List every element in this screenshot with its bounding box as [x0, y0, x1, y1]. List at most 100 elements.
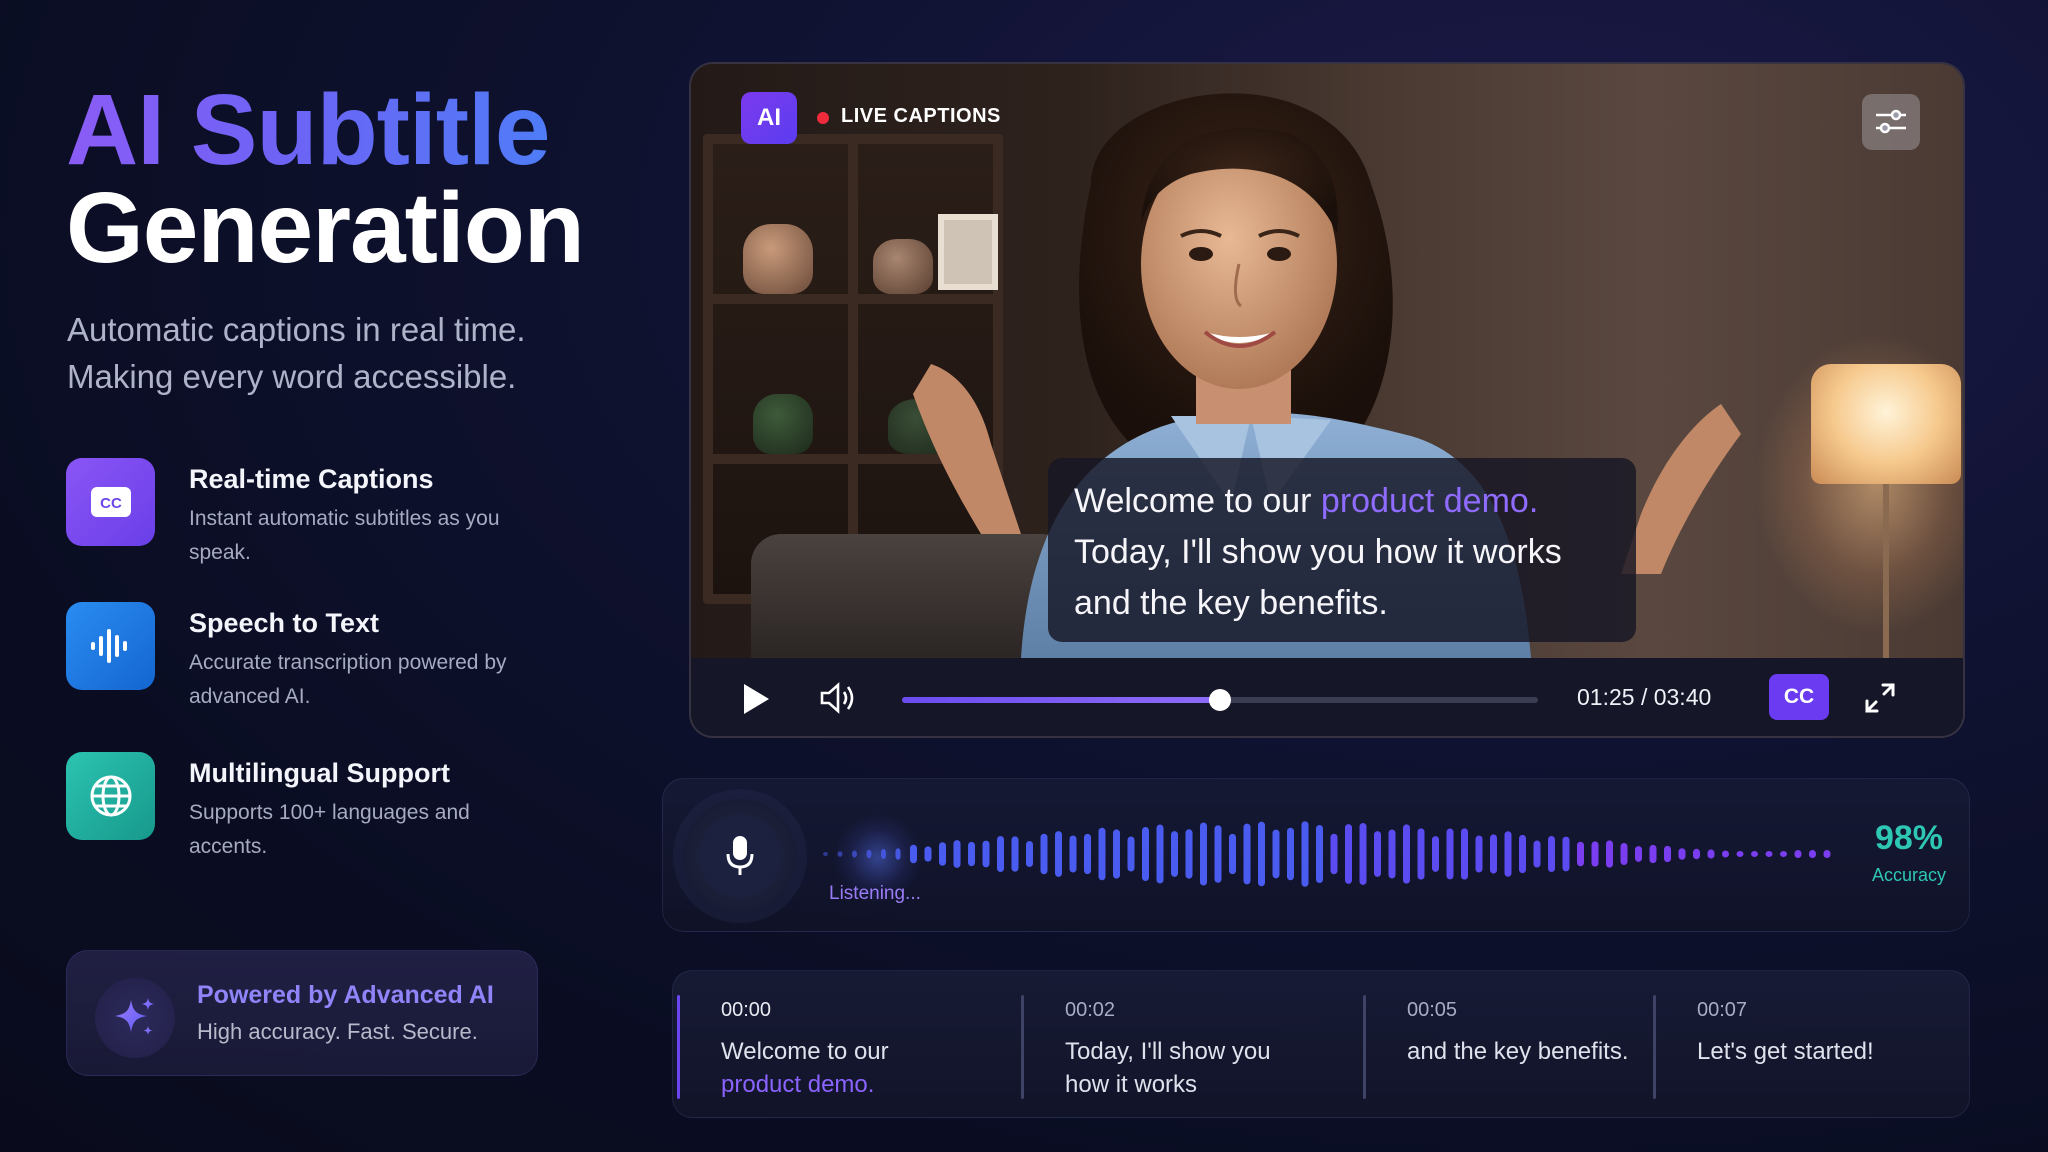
waveform-bar	[881, 849, 886, 859]
waveform-bar	[1417, 828, 1425, 880]
feature-realtime-captions: CC Real-time Captions Instant automatic …	[66, 458, 606, 568]
sliders-icon	[1876, 109, 1906, 134]
waveform-bar	[1533, 840, 1541, 868]
waveform-bar	[1403, 824, 1410, 884]
waveform-bar	[1635, 846, 1642, 862]
accuracy-value: 98%	[1874, 819, 1944, 857]
microphone-icon	[726, 836, 754, 875]
waveform-bar	[924, 846, 932, 862]
waveform-bar	[837, 851, 843, 857]
segment-text: Let's get started!	[1697, 1038, 1874, 1065]
waveform-bar	[1562, 836, 1570, 872]
waveform-bar	[1736, 851, 1744, 857]
play-icon	[744, 684, 769, 714]
waveform-bar	[1490, 834, 1497, 874]
waveform-bar	[1113, 829, 1120, 879]
transcript-segment[interactable]: 00:00 Welcome to our product demo.	[677, 995, 1007, 1099]
waveform-bar	[1577, 841, 1584, 867]
segment-timestamp: 00:05	[1407, 999, 1458, 1021]
waveform-bar	[1475, 835, 1483, 873]
waveform-bar	[1142, 827, 1149, 881]
volume-button[interactable]	[819, 680, 859, 721]
fullscreen-button[interactable]	[1863, 681, 1897, 720]
page-title-line-1: AI Subtitle	[66, 74, 550, 186]
feature-description: Instant automatic subtitles as you speak…	[189, 507, 500, 564]
waveform-bar	[1359, 823, 1367, 885]
powered-subtitle: High accuracy. Fast. Secure.	[197, 1019, 478, 1044]
feature-multilingual-support: Multilingual Support Supports 100+ langu…	[66, 752, 606, 862]
waveform-bar	[1055, 831, 1062, 877]
caption-line-3: and the key benefits.	[1074, 584, 1388, 622]
waveform-bar	[1272, 829, 1280, 879]
waveform-bar	[1127, 836, 1135, 872]
waveform-bar	[1461, 828, 1468, 880]
transcript-segment[interactable]: 00:02 Today, I'll show you how it works	[1021, 995, 1351, 1099]
page-title-line-2: Generation	[66, 172, 585, 284]
feature-description: Supports 100+ languages and accents.	[189, 801, 470, 858]
caption-line-2: Today, I'll show you how it works	[1074, 533, 1562, 571]
waveform-bar	[1693, 848, 1700, 860]
live-indicator-dot	[817, 112, 829, 124]
waveform-bar	[939, 842, 946, 866]
waveform-bar	[852, 850, 857, 858]
live-captions-label: LIVE CAPTIONS	[841, 105, 1001, 127]
powered-title: Powered by Advanced AI	[197, 981, 494, 1009]
waveform-bar	[1258, 821, 1265, 887]
subtitle-line-1: Automatic captions in real time.	[67, 311, 526, 348]
feature-speech-to-text: Speech to Text Accurate transcription po…	[66, 602, 606, 712]
waveform-bar	[982, 840, 990, 868]
waveform-bar	[953, 840, 961, 868]
waveform-bar	[1011, 836, 1019, 872]
microphone-button[interactable]	[683, 799, 797, 913]
waveform-bar	[910, 844, 917, 864]
ai-badge: AI	[741, 92, 797, 144]
transcript-segment[interactable]: 00:07 Let's get started!	[1653, 995, 1953, 1099]
fullscreen-icon	[1865, 683, 1895, 713]
waveform-bar	[1243, 823, 1251, 885]
waveform-bar	[1794, 850, 1802, 858]
waveform-bar	[1446, 828, 1454, 880]
waveform-bar	[1780, 851, 1787, 857]
closed-captions-button[interactable]: CC	[1769, 674, 1829, 720]
audio-waveform	[823, 821, 1831, 887]
segment-text: Today, I'll show you how it works	[1065, 1038, 1271, 1098]
waveform-bar	[1707, 849, 1715, 859]
waveform-bar	[1345, 824, 1352, 884]
seek-bar[interactable]	[902, 689, 1538, 711]
waveform-bar	[1722, 850, 1729, 858]
waveform-bar	[1026, 840, 1033, 868]
globe-icon	[66, 752, 155, 840]
waveform-bar	[1432, 836, 1439, 872]
waveform-bar	[1287, 827, 1294, 881]
segment-text-highlight: product demo.	[721, 1071, 875, 1098]
waveform-bar	[866, 849, 872, 859]
settings-button[interactable]	[1862, 94, 1920, 150]
waveform-bar	[1069, 835, 1077, 873]
transcript-segment[interactable]: 00:05 and the key benefits.	[1363, 995, 1653, 1099]
accuracy-label: Accuracy	[1871, 865, 1947, 885]
waveform-bar	[1548, 835, 1555, 873]
cc-icon: CC	[66, 458, 155, 546]
feature-title: Speech to Text	[189, 608, 380, 638]
seek-bar-handle[interactable]	[1209, 689, 1231, 711]
waveform-bar	[1200, 822, 1207, 886]
waveform-bar	[1591, 841, 1599, 867]
play-button[interactable]	[741, 682, 771, 721]
caption-text: Welcome to our	[1074, 482, 1321, 520]
segment-timestamp: 00:07	[1697, 999, 1748, 1021]
live-caption-overlay: Welcome to our product demo. Today, I'll…	[1048, 458, 1636, 642]
waveform-bar	[1519, 834, 1526, 874]
feature-title: Real-time Captions	[189, 464, 434, 494]
volume-icon	[820, 682, 854, 714]
waveform-bar	[997, 835, 1004, 873]
video-frame[interactable]: AI LIVE CAPTIONS Welcome to our product …	[691, 64, 1963, 664]
waveform-bar	[1388, 829, 1396, 879]
waveform-bar	[1185, 829, 1193, 879]
waveform-bar	[1301, 821, 1309, 887]
player-controls: 01:25 / 03:40 CC	[691, 658, 1963, 736]
page-subtitle: Automatic captions in real time. Making …	[67, 306, 627, 400]
segment-text: Welcome to our product demo.	[721, 1035, 971, 1101]
video-player[interactable]: AI LIVE CAPTIONS Welcome to our product …	[689, 62, 1965, 738]
sparkle-icon	[95, 978, 175, 1058]
waveform-bar	[1214, 825, 1222, 883]
